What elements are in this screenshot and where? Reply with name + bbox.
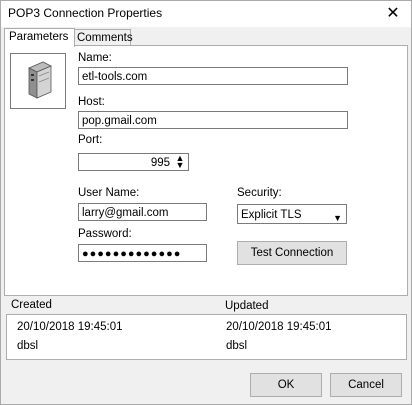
updated-user: dbsl (226, 340, 248, 352)
spinner-arrows-icon[interactable]: ▲ ▼ (173, 154, 187, 170)
security-label: Security: (237, 187, 282, 199)
tab-comments[interactable]: Comments (72, 29, 133, 46)
updated-date: 20/10/2018 19:45:01 (226, 321, 332, 333)
password-field[interactable]: ●●●●●●●●●●●●● (78, 244, 207, 262)
ok-button[interactable]: OK (250, 373, 322, 397)
updated-label: Updated (225, 300, 269, 312)
port-label: Port: (78, 134, 103, 146)
created-date: 20/10/2018 19:45:01 (17, 321, 123, 333)
created-label: Created (11, 299, 52, 311)
username-label: User Name: (78, 187, 140, 199)
cancel-button[interactable]: Cancel (330, 373, 402, 397)
server-icon (10, 53, 66, 109)
name-field[interactable]: etl-tools.com (78, 67, 348, 85)
history-panel: 20/10/2018 19:45:01 dbsl 20/10/2018 19:4… (6, 314, 407, 360)
username-field[interactable]: larry@gmail.com (78, 203, 207, 221)
title-bar[interactable]: POP3 Connection Properties ✕ (1, 1, 411, 27)
port-field[interactable]: 995 ▲ ▼ (78, 153, 189, 171)
close-icon[interactable]: ✕ (383, 4, 403, 24)
host-label: Host: (78, 96, 105, 108)
test-connection-button[interactable]: Test Connection (237, 241, 347, 265)
password-label: Password: (78, 228, 132, 240)
security-select[interactable]: Explicit TLS ▼ (237, 204, 347, 224)
security-value: Explicit TLS (241, 209, 302, 221)
parameters-panel: Name: etl-tools.com Host: pop.gmail.com … (4, 45, 408, 296)
dialog-window: POP3 Connection Properties ✕ Parameters … (0, 0, 412, 405)
name-label: Name: (78, 52, 112, 64)
button-bar: OK Cancel (1, 361, 411, 404)
window-title: POP3 Connection Properties (8, 6, 163, 20)
port-value: 995 (150, 157, 170, 169)
created-user: dbsl (17, 340, 39, 352)
tab-parameters[interactable]: Parameters (4, 28, 75, 47)
host-field[interactable]: pop.gmail.com (78, 111, 348, 129)
chevron-down-icon: ▼ (333, 213, 342, 223)
